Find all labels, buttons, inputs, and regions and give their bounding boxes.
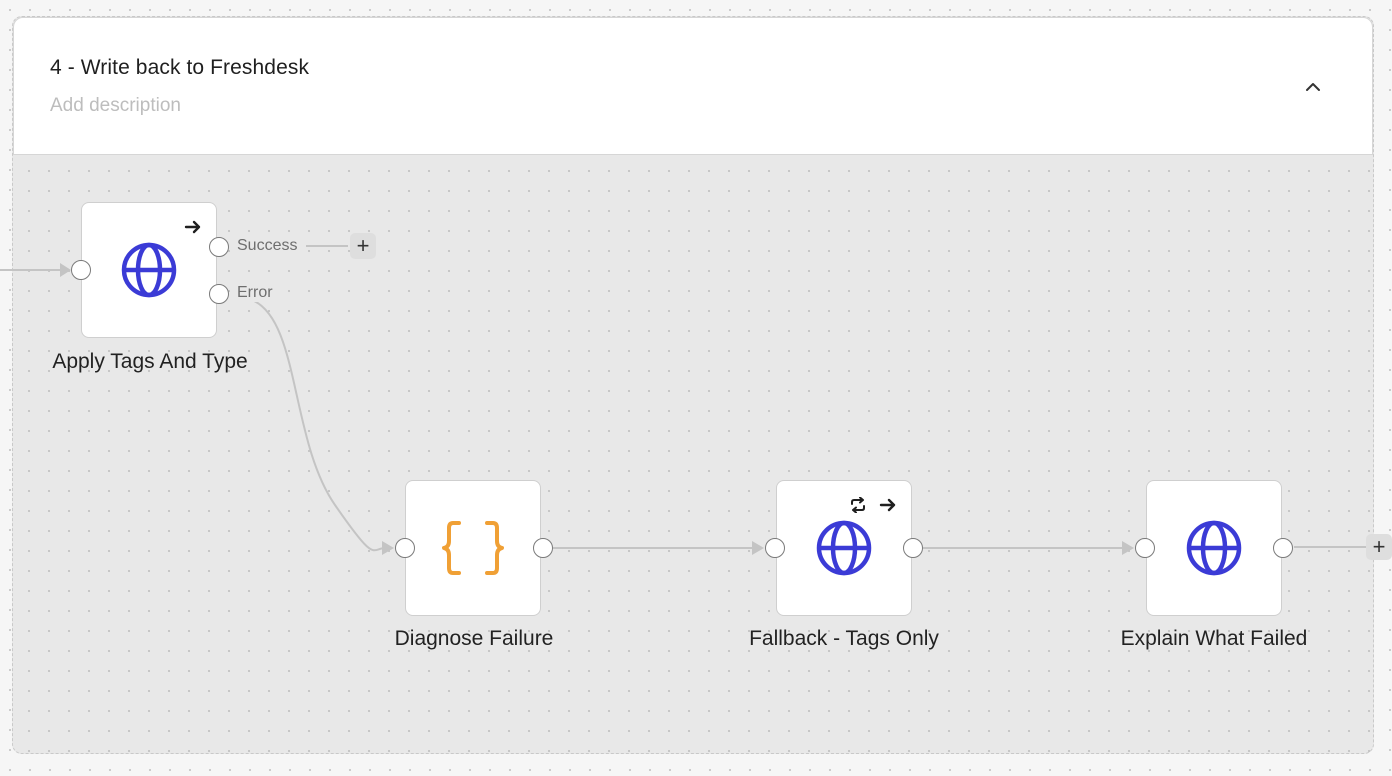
input-handle[interactable] (395, 538, 415, 558)
input-handle[interactable] (765, 538, 785, 558)
output-handle[interactable] (533, 538, 553, 558)
group-title[interactable]: 4 - Write back to Freshdesk (50, 56, 309, 80)
node-label: Fallback - Tags Only (749, 627, 939, 650)
globe-icon (816, 520, 872, 576)
arrow-right-icon (879, 498, 896, 512)
node-label: Apply Tags And Type (52, 350, 248, 373)
output-handle-success[interactable] (209, 237, 229, 257)
input-handle[interactable] (1135, 538, 1155, 558)
output-label-error: Error (236, 284, 274, 302)
output-handle-error[interactable] (209, 284, 229, 304)
chevron-up-icon (1306, 83, 1320, 91)
group-header: 4 - Write back to Freshdesk Add descript… (13, 17, 1373, 155)
node-diagnose-failure[interactable] (405, 480, 541, 616)
output-handle[interactable] (1273, 538, 1293, 558)
add-node-success-button[interactable]: + (350, 233, 376, 259)
group-description-placeholder[interactable]: Add description (50, 95, 181, 117)
arrow-right-icon (184, 220, 201, 234)
output-handle[interactable] (903, 538, 923, 558)
node-label: Explain What Failed (1120, 627, 1308, 650)
node-explain-what-failed[interactable] (1146, 480, 1282, 616)
input-handle[interactable] (71, 260, 91, 280)
collapse-group-button[interactable] (1298, 72, 1328, 102)
node-apply-tags-and-type[interactable] (81, 202, 217, 338)
add-node-button[interactable]: + (1366, 534, 1392, 560)
globe-icon (121, 242, 177, 298)
node-label: Diagnose Failure (394, 627, 554, 650)
globe-icon (1186, 520, 1242, 576)
retry-icon (851, 497, 865, 513)
curly-braces-icon (442, 521, 504, 575)
output-label-success: Success (236, 237, 299, 255)
node-fallback-tags-only[interactable] (776, 480, 912, 616)
